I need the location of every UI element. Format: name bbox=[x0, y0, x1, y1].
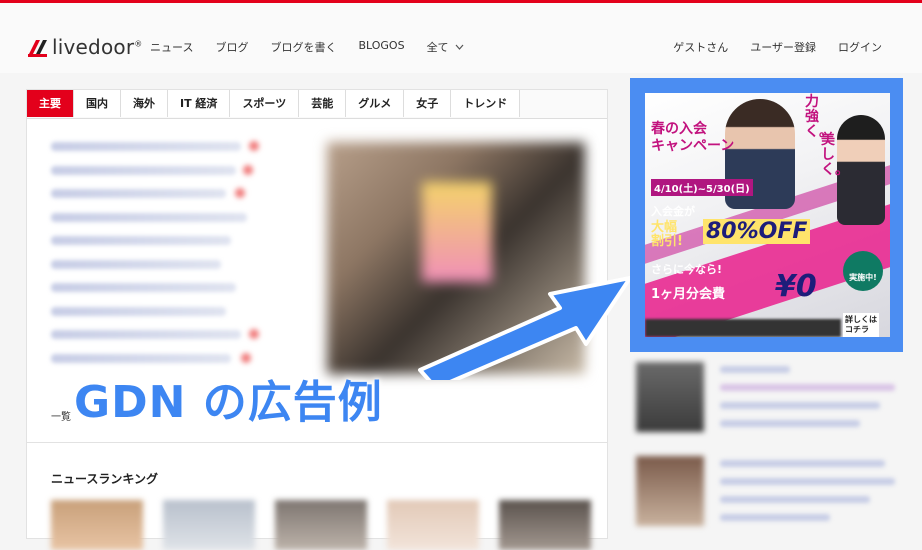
display-ad-banner[interactable]: 春の入会 キャンペーン 4/10(土)~5/30(日) 力強く。 美しく。 入会… bbox=[645, 93, 890, 337]
list-item[interactable] bbox=[51, 164, 253, 175]
ranking-thumbnails bbox=[51, 500, 591, 550]
sidebar-news-item[interactable] bbox=[636, 362, 906, 432]
tab-women[interactable]: 女子 bbox=[404, 90, 452, 117]
more-link[interactable]: 一覧 bbox=[51, 408, 71, 423]
ranking-thumb[interactable] bbox=[387, 500, 479, 550]
chevron-down-icon bbox=[455, 44, 464, 50]
ad-campaign-title: 春の入会 キャンペーン bbox=[651, 121, 735, 154]
list-item[interactable] bbox=[51, 212, 247, 222]
ranking-thumb[interactable] bbox=[51, 500, 143, 550]
livedoor-logo-mark-icon bbox=[26, 36, 48, 58]
ad-badge: 実施中! bbox=[843, 251, 883, 291]
headline-list bbox=[51, 141, 281, 377]
sidebar-news-text bbox=[720, 460, 900, 532]
ad-tagline-beauty: 美しく。 bbox=[821, 132, 849, 178]
ad-big-discount-label: 大幅 割引! bbox=[651, 220, 683, 249]
section-divider bbox=[27, 442, 607, 443]
sidebar-news-thumb bbox=[636, 456, 704, 526]
tab-entertainment[interactable]: 芸能 bbox=[299, 90, 347, 117]
sidebar-news-thumb bbox=[636, 362, 704, 432]
tab-trend[interactable]: トレンド bbox=[451, 90, 521, 117]
ad-discount: 80%OFF bbox=[703, 219, 811, 244]
livedoor-logo[interactable]: livedoor® bbox=[26, 34, 142, 60]
user-nav: ゲストさん ユーザー登録 ログイン bbox=[651, 39, 882, 55]
ad-zero-price: ¥0 bbox=[775, 269, 817, 304]
tab-sports[interactable]: スポーツ bbox=[230, 90, 300, 117]
nav-write-blog[interactable]: ブログを書く bbox=[270, 39, 336, 55]
ad-cta-button[interactable]: 詳しくは コチラ bbox=[843, 313, 879, 337]
tab-world[interactable]: 海外 bbox=[121, 90, 168, 117]
list-item[interactable] bbox=[51, 259, 221, 269]
ad-tagline-power: 力強く。 bbox=[805, 94, 833, 140]
ad-month-label: 1ヶ月分会費 bbox=[651, 287, 726, 302]
tab-main[interactable]: 主要 bbox=[27, 90, 74, 117]
ranking-thumb[interactable] bbox=[163, 500, 255, 550]
ranking-thumb[interactable] bbox=[499, 500, 591, 550]
site-header: livedoor® ニュース ブログ ブログを書く BLOGOS 全て ゲストさ… bbox=[0, 3, 922, 73]
list-item[interactable] bbox=[51, 188, 245, 198]
list-item[interactable] bbox=[51, 329, 259, 339]
nav-all[interactable]: 全て bbox=[427, 39, 464, 55]
list-item[interactable] bbox=[51, 283, 236, 292]
sidebar-news-text bbox=[720, 366, 900, 438]
tab-domestic[interactable]: 国内 bbox=[74, 90, 121, 117]
logo-text: livedoor® bbox=[52, 35, 143, 59]
nav-all-label: 全て bbox=[426, 41, 449, 54]
nav-blog[interactable]: ブログ bbox=[215, 39, 248, 55]
list-item[interactable] bbox=[51, 141, 259, 151]
tab-gourmet[interactable]: グルメ bbox=[346, 90, 405, 117]
nav-blogos[interactable]: BLOGOS bbox=[358, 39, 404, 55]
pointer-arrow-icon bbox=[418, 276, 632, 380]
tab-it-economy[interactable]: IT 経済 bbox=[168, 90, 231, 117]
category-tabs: 主要 国内 海外 IT 経済 スポーツ 芸能 グルメ 女子 トレンド bbox=[27, 90, 607, 119]
login-link[interactable]: ログイン bbox=[838, 39, 882, 55]
guest-name: ゲストさん bbox=[673, 41, 729, 54]
ad-dates: 4/10(土)~5/30(日) bbox=[651, 179, 753, 196]
register-link[interactable]: ユーザー登録 bbox=[750, 39, 816, 55]
ad-fee-label: 入会金が bbox=[651, 205, 695, 218]
global-nav: ニュース ブログ ブログを書く BLOGOS 全て bbox=[150, 39, 486, 55]
ad-now-label: さらに今なら! bbox=[651, 263, 723, 276]
list-item[interactable] bbox=[51, 352, 251, 363]
list-item[interactable] bbox=[51, 306, 226, 316]
gdn-annotation-label: GDN の広告例 bbox=[74, 377, 383, 428]
sidebar-news-item[interactable] bbox=[636, 456, 906, 526]
list-item[interactable] bbox=[51, 236, 231, 245]
ranking-thumb[interactable] bbox=[275, 500, 367, 550]
ad-footer-brand bbox=[645, 319, 841, 337]
ranking-title: ニュースランキング bbox=[51, 472, 159, 486]
nav-news[interactable]: ニュース bbox=[150, 39, 193, 55]
